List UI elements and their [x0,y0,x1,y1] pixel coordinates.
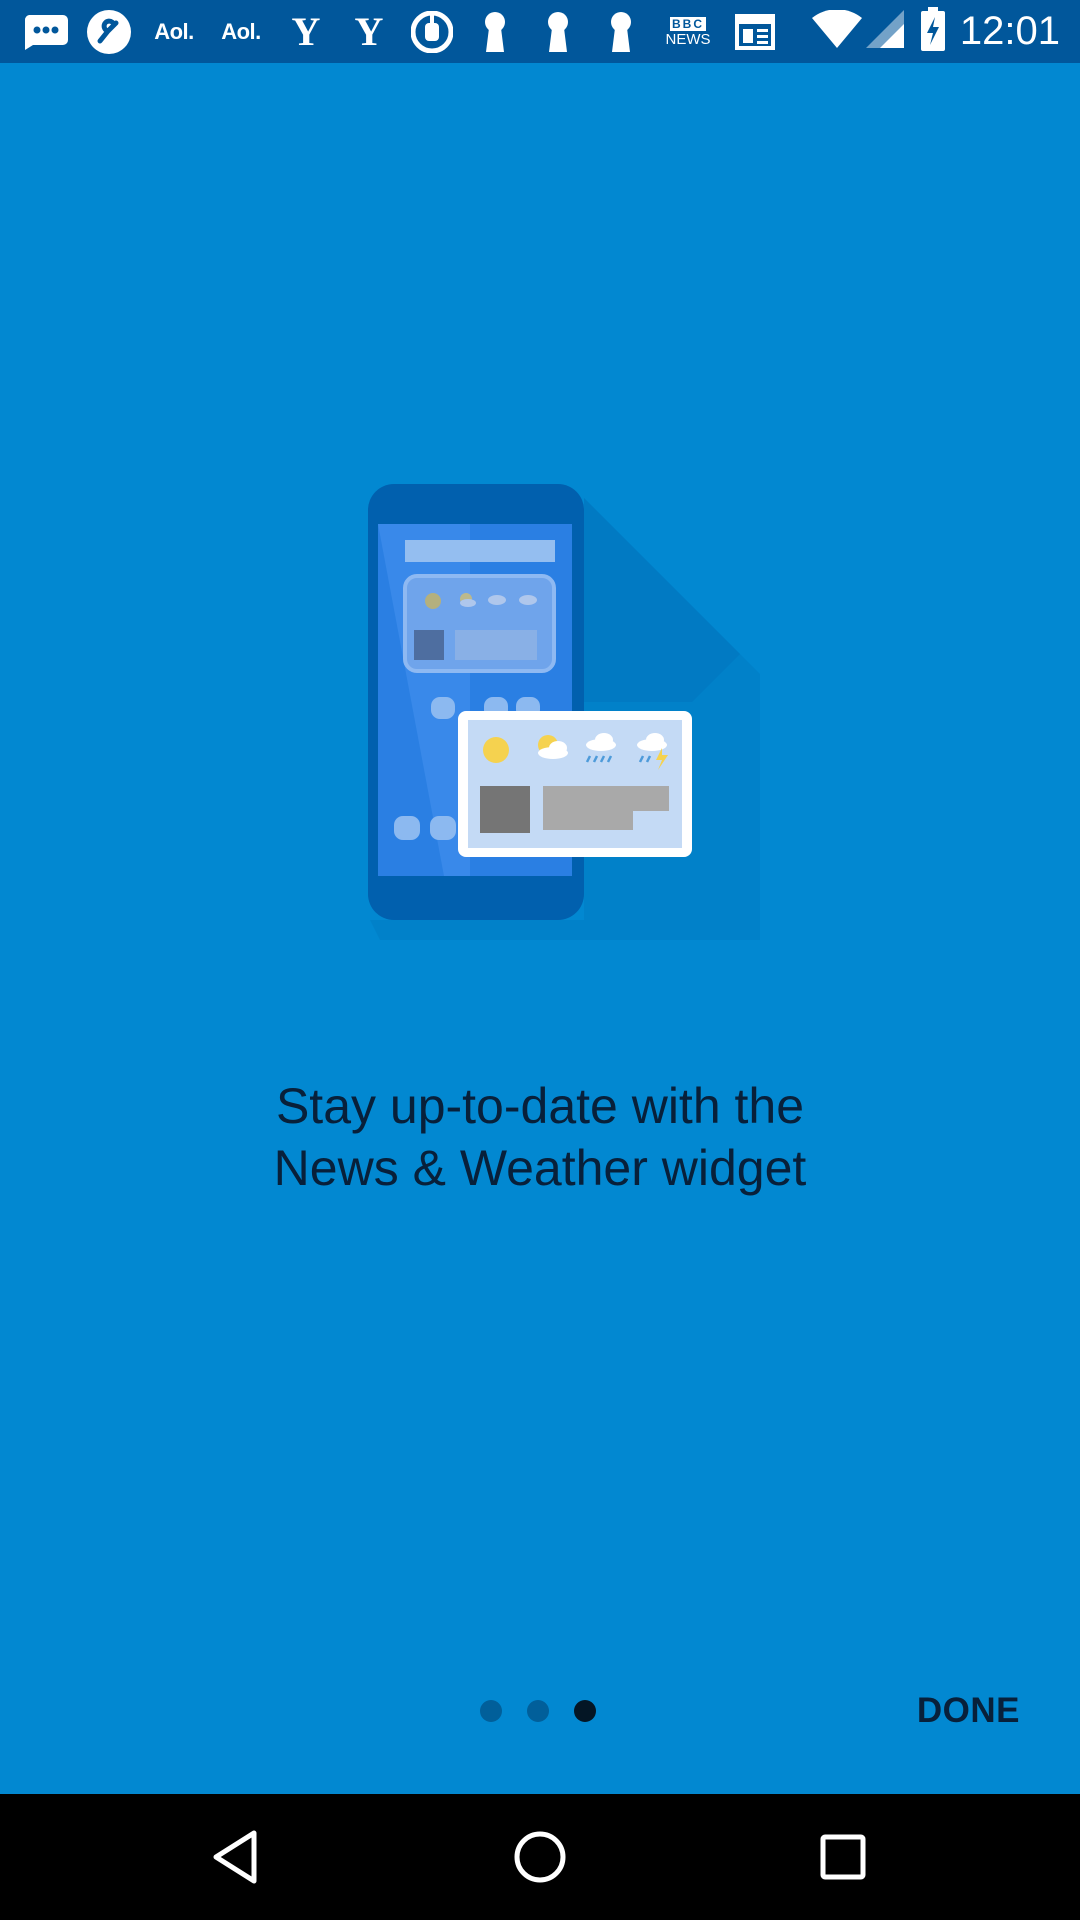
page-indicator [480,1700,621,1722]
page-dot-2[interactable] [527,1700,549,1722]
home-button[interactable] [505,1822,575,1892]
headline-line-1: Stay up-to-date with the [275,1078,805,1134]
page-dot-3-active[interactable] [574,1700,596,1722]
widget-illustration [368,484,760,940]
page-dot-1[interactable] [480,1700,502,1722]
sun-icon [483,737,509,763]
home-icon [514,1831,566,1883]
recents-icon [820,1834,866,1880]
recents-button[interactable] [808,1822,878,1892]
app-icon-dot [431,697,455,719]
onboarding-screen: Aol. Aol. Y Y BBC NEWS 12:01 Stay up-to-… [0,0,1080,1920]
app-icon-dot [394,816,420,840]
navigation-bar [0,1794,1080,1920]
news-thumbnail [480,786,530,833]
onboarding-headline: Stay up-to-date with the News & Weather … [140,1075,940,1199]
app-icon-dot [430,816,456,840]
back-button[interactable] [200,1822,270,1892]
screen-search-bar [405,540,555,562]
done-button[interactable]: DONE [917,1686,1020,1736]
back-icon [213,1830,257,1884]
headline-line-2: News & Weather widget [273,1140,807,1196]
